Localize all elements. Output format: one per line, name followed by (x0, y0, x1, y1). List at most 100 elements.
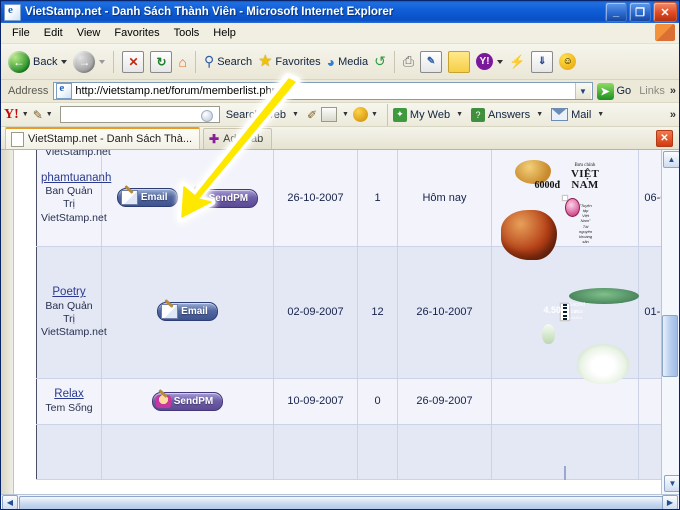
back-button[interactable]: ← Back (5, 44, 70, 79)
favorites-button[interactable]: ★ Favorites (255, 44, 324, 79)
pencil-icon[interactable]: ✎ (33, 108, 43, 122)
member-username-link[interactable]: phamtuananh (41, 171, 111, 185)
forward-arrow-icon: → (73, 50, 96, 73)
address-input[interactable]: http://vietstamp.net/forum/memberlist.ph… (53, 82, 593, 100)
horizontal-scroll-track[interactable] (19, 496, 663, 509)
blue-banner-stamp-icon (564, 465, 566, 480)
tab-label: VietStamp.net - Danh Sách Thà... (28, 133, 193, 145)
menu-favorites[interactable]: Favorites (107, 25, 166, 41)
print-button[interactable]: ⎙ (400, 44, 417, 79)
smiley-button[interactable]: ☺ (556, 44, 579, 79)
tab-page-icon (11, 131, 24, 147)
menu-view[interactable]: View (70, 25, 108, 41)
go-button[interactable]: ➤ Go (596, 82, 631, 100)
member-joindate-cell (273, 424, 358, 480)
restore-button[interactable]: ❐ (629, 2, 651, 22)
home-button[interactable]: ⌂ (175, 44, 189, 79)
mail-dropdown-icon[interactable]: ▼ (597, 111, 604, 118)
back-label: Back (33, 55, 58, 68)
media-button[interactable]: ◕ Media (324, 44, 371, 79)
my-web-button[interactable]: My Web (407, 109, 453, 121)
member-title-line1: Ban Quản Trị (45, 299, 93, 325)
address-overflow-icon[interactable]: » (670, 85, 676, 97)
email-button[interactable]: Email (157, 302, 218, 321)
member-birthday-cell (638, 424, 661, 480)
caption-buttons: _ ❐ ✕ (605, 2, 677, 22)
tabbed-window-dropdown-icon[interactable]: ▼ (342, 111, 349, 118)
answers-dropdown-icon[interactable]: ▼ (536, 111, 543, 118)
table-row[interactable]: Relax Tem Sống SendPM 10-09-2007 0 26-09… (36, 378, 661, 425)
email-button-label: Email (140, 191, 168, 203)
menu-edit[interactable]: Edit (37, 25, 70, 41)
pencil-dropdown-icon[interactable]: ▼ (46, 111, 53, 118)
menu-help[interactable]: Help (206, 25, 243, 41)
scroll-left-button[interactable]: ◀ (2, 495, 18, 509)
tabbed-window-icon[interactable] (321, 107, 338, 122)
search-web-dropdown-icon[interactable]: ▼ (292, 111, 299, 118)
horizontal-scroll-thumb[interactable] (19, 496, 663, 509)
envelope-icon (551, 108, 569, 121)
antispy-button[interactable]: ⚡ (506, 44, 528, 79)
menu-bar: File Edit View Favorites Tools Help (1, 23, 679, 44)
member-postcount-cell: 12 (357, 246, 398, 379)
menu-file[interactable]: File (5, 25, 37, 41)
search-button[interactable]: ⚲ Search (201, 44, 255, 79)
yahoo-overflow-icon[interactable]: » (670, 109, 676, 121)
memberlist-table: phamtuananh Ban Quản Trị VietStamp.net E… (36, 150, 661, 480)
scroll-right-button[interactable]: ▶ (662, 495, 678, 509)
download-button[interactable]: ⇓ (528, 44, 556, 79)
search-web-button[interactable]: Search Web (223, 109, 289, 121)
refresh-button[interactable]: ↻ (147, 44, 175, 79)
member-postcount-cell: 1 (357, 150, 398, 247)
close-button[interactable]: ✕ (653, 2, 677, 22)
history-button[interactable]: ↺ (371, 44, 389, 79)
vertical-scroll-thumb[interactable] (662, 315, 678, 377)
menu-tools[interactable]: Tools (167, 25, 207, 41)
anti-spy-dropdown-icon[interactable]: ▼ (371, 111, 378, 118)
member-joindate-cell: 26-10-2007 (273, 150, 358, 247)
forward-dropdown-icon[interactable] (99, 59, 106, 64)
tab-vietstamp-memberlist[interactable]: VietStamp.net - Danh Sách Thà... (5, 127, 200, 149)
anti-spy-icon[interactable] (352, 107, 368, 122)
address-dropdown-icon[interactable]: ▼ (574, 83, 591, 99)
edit-button[interactable]: ✎ (417, 44, 445, 79)
add-tab-button[interactable]: ✚ Add Tab (203, 128, 273, 149)
highlighter-icon[interactable]: ✐ (307, 108, 317, 122)
note-button[interactable] (445, 44, 473, 79)
note-icon (448, 50, 471, 73)
scroll-down-button[interactable]: ▼ (664, 475, 679, 492)
close-tab-button[interactable]: ✕ (656, 130, 673, 147)
horizontal-scrollbar[interactable]: ◀ ▶ (1, 494, 679, 509)
table-row[interactable] (36, 424, 661, 480)
minimize-button[interactable]: _ (605, 2, 627, 22)
yahoo-logo-dropdown-icon[interactable]: ▼ (22, 111, 29, 118)
yahoo-messenger-button[interactable]: Y! (473, 44, 506, 79)
links-label[interactable]: Links (639, 85, 665, 97)
scroll-up-button[interactable]: ▲ (663, 151, 679, 168)
member-birthday-cell: 01-10 (638, 246, 661, 379)
messenger-dropdown-icon[interactable] (497, 59, 504, 64)
table-row[interactable]: Poetry Ban Quản Trị VietStamp.net Email … (36, 246, 661, 384)
yahoo-search-input[interactable] (59, 106, 220, 123)
refresh-icon: ↻ (150, 50, 173, 73)
email-button[interactable]: Email (116, 187, 178, 207)
my-web-dropdown-icon[interactable]: ▼ (456, 111, 463, 118)
page-icon (56, 82, 73, 99)
member-name-cell: Relax Tem Sống (36, 378, 102, 425)
member-title-line1: Tem Sống (45, 401, 93, 414)
sendpm-button[interactable]: SendPM (151, 391, 224, 411)
back-dropdown-icon[interactable] (61, 59, 68, 64)
answers-button[interactable]: Answers (485, 109, 533, 121)
mail-button[interactable]: Mail (568, 109, 594, 121)
forward-button[interactable]: → (70, 44, 108, 79)
member-username-link[interactable]: Poetry (41, 285, 97, 299)
table-row[interactable]: phamtuananh Ban Quản Trị VietStamp.net E… (36, 150, 661, 260)
stop-button[interactable]: ✕ (119, 44, 147, 79)
magnifier-icon: ⚲ (203, 53, 215, 69)
edit-page-icon: ✎ (420, 50, 443, 73)
vertical-scrollbar[interactable]: ▲ ▼ (661, 150, 679, 494)
member-username-link[interactable]: Relax (41, 387, 97, 401)
member-avatar-cell: "Tuyện tập Việt Nam" Tài nguyên khoáng s… (491, 150, 639, 260)
yahoo-logo-icon[interactable]: Y! (4, 107, 19, 123)
sendpm-button[interactable]: SendPM (186, 188, 259, 208)
